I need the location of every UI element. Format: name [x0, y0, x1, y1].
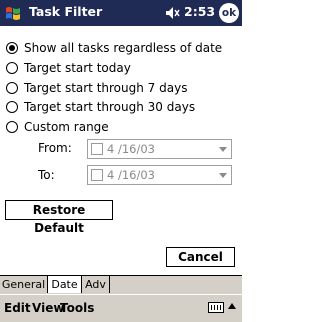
radio-custom-range[interactable]: Custom range [6, 118, 109, 136]
radio-label: Target start through 7 days [24, 81, 188, 95]
to-label: To: [38, 168, 55, 182]
title-bar: Task Filter 2:53 ok [0, 0, 242, 26]
tab-general[interactable]: General [0, 276, 48, 293]
keyboard-icon[interactable] [208, 302, 224, 313]
radio-label: Custom range [24, 120, 109, 134]
radio-show-all[interactable]: Show all tasks regardless of date [6, 39, 222, 57]
windows-flag-icon[interactable] [3, 3, 23, 23]
menu-edit[interactable]: Edit [4, 301, 31, 315]
tab-date[interactable]: Date [48, 276, 82, 293]
from-date-value: 4 /16/03 [107, 142, 155, 156]
radio-label: Target start today [24, 61, 131, 75]
to-date-value: 4 /16/03 [107, 168, 155, 182]
radio-today[interactable]: Target start today [6, 59, 131, 77]
from-label: From: [38, 141, 72, 155]
to-date-picker[interactable]: 4 /16/03 [87, 165, 232, 185]
from-date-checkbox[interactable] [91, 143, 103, 155]
to-date-checkbox[interactable] [91, 169, 103, 181]
menu-bar: Edit View Tools [0, 294, 242, 322]
tab-adv[interactable]: Adv [82, 276, 110, 293]
restore-default-button[interactable]: Restore Default [5, 200, 113, 235]
radio-label: Target start through 30 days [24, 100, 196, 114]
ok-button[interactable]: ok [219, 3, 239, 23]
radio-button[interactable] [6, 121, 18, 133]
window-title: Task Filter [29, 4, 103, 19]
speaker-icon[interactable] [165, 6, 181, 20]
radio-button[interactable] [6, 62, 18, 74]
menu-tools[interactable]: Tools [60, 301, 94, 315]
radio-7-days[interactable]: Target start through 7 days [6, 79, 187, 97]
chevron-down-icon[interactable] [219, 147, 227, 152]
radio-button[interactable] [6, 42, 18, 54]
clock[interactable]: 2:53 [184, 4, 215, 19]
tab-strip: General Date Adv [0, 275, 242, 294]
from-date-picker[interactable]: 4 /16/03 [87, 139, 232, 159]
radio-button[interactable] [6, 101, 18, 113]
input-panel-arrow-icon[interactable] [228, 303, 236, 309]
radio-30-days[interactable]: Target start through 30 days [6, 98, 195, 116]
radio-label: Show all tasks regardless of date [24, 41, 223, 55]
cancel-button[interactable]: Cancel [166, 247, 235, 267]
radio-button[interactable] [6, 82, 18, 94]
chevron-down-icon[interactable] [219, 173, 227, 178]
